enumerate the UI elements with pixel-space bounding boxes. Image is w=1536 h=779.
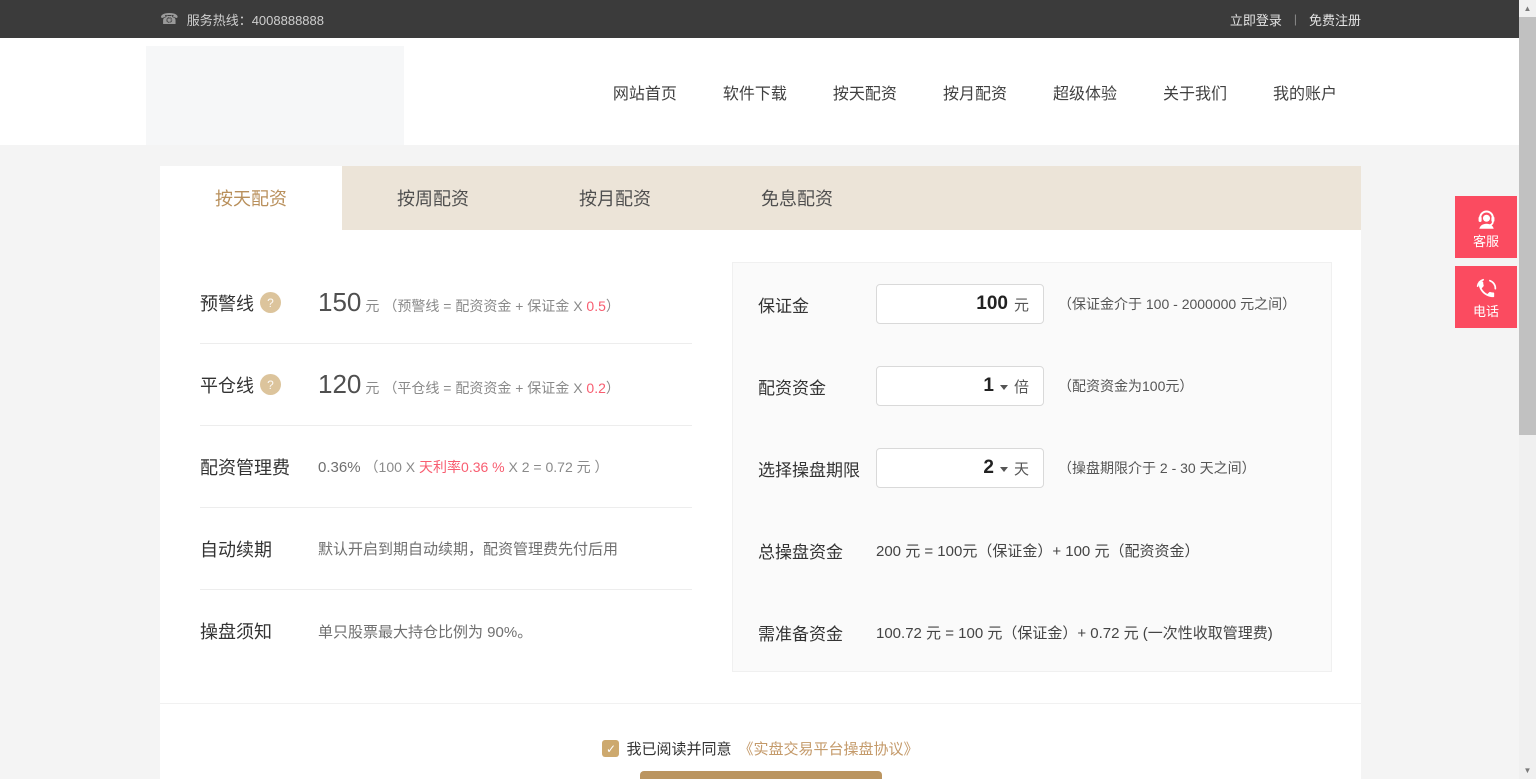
leverage-row: 配资资金 1 倍 （配资资金为100元） — [758, 345, 1331, 427]
header: 网站首页 软件下载 按天配资 按月配资 超级体验 关于我们 我的账户 — [0, 38, 1536, 145]
nav-item-account[interactable]: 我的账户 — [1273, 80, 1337, 104]
scroll-up-icon[interactable]: ▲ — [1519, 0, 1536, 17]
margin-input[interactable]: 100 元 — [876, 284, 1044, 324]
section-divider — [160, 703, 1361, 704]
tab-monthly[interactable]: 按月配资 — [524, 166, 706, 230]
close-line-unit: 元 — [365, 378, 379, 398]
register-link[interactable]: 免费注册 — [1309, 10, 1361, 29]
phone-call-label: 电话 — [1473, 305, 1499, 318]
hotline: ☎ 服务热线：4008888888 — [160, 10, 324, 29]
margin-hint: （保证金介于 100 - 2000000 元之间） — [1058, 294, 1296, 314]
order-panel: 保证金 100 元 （保证金介于 100 - 2000000 元之间） 配资资金… — [732, 262, 1332, 672]
close-line-value: 120 — [318, 369, 361, 400]
total-funds-row: 总操盘资金 200 元 = 100元（保证金）+ 100 元（配资资金） — [758, 509, 1331, 591]
warning-line-row: 预警线 ? 150 元 （预警线 = 配资资金 + 保证金 X 0.5） — [200, 262, 692, 344]
hotline-text: 服务热线：4008888888 — [187, 10, 324, 29]
period-hint: （操盘期限介于 2 - 30 天之间） — [1058, 458, 1256, 478]
warning-line-value: 150 — [318, 287, 361, 318]
question-icon[interactable]: ? — [260, 374, 281, 395]
tab-daily[interactable]: 按天配资 — [160, 166, 342, 230]
leverage-label: 配资资金 — [758, 374, 876, 399]
phone-icon: ☎ — [160, 10, 179, 28]
margin-label: 保证金 — [758, 292, 876, 317]
phone-call-button[interactable]: 电话 — [1455, 266, 1517, 328]
trading-notice-label: 操盘须知 — [200, 618, 272, 644]
customer-service-label: 客服 — [1473, 235, 1499, 248]
agreement-row: ✓ 我已阅读并同意 《实盘交易平台操盘协议》 — [160, 738, 1361, 759]
close-line-label: 平仓线 — [200, 372, 254, 398]
warning-line-label: 预警线 — [200, 290, 254, 316]
leverage-select[interactable]: 1 倍 — [876, 366, 1044, 406]
contact-float: 客服 电话 — [1455, 196, 1517, 336]
warning-line-formula: （预警线 = 配资资金 + 保证金 X 0.5） — [383, 296, 620, 316]
management-fee-value: 0.36% — [318, 459, 361, 476]
phone-icon — [1473, 276, 1500, 303]
auth-divider: | — [1294, 12, 1297, 26]
close-line-formula: （平仓线 = 配资资金 + 保证金 X 0.2） — [383, 378, 620, 398]
period-row: 选择操盘期限 2 天 （操盘期限介于 2 - 30 天之间） — [758, 427, 1331, 509]
management-fee-formula: （100 X 天利率0.36 % X 2 = 0.72 元 ） — [365, 457, 609, 477]
warning-line-unit: 元 — [365, 296, 379, 316]
main-nav: 网站首页 软件下载 按天配资 按月配资 超级体验 关于我们 我的账户 — [160, 38, 1536, 145]
financing-card: 按天配资 按周配资 按月配资 免息配资 预警线 ? 150 元 （预警线 = 配… — [160, 166, 1361, 779]
trading-notice-row: 操盘须知 单只股票最大持仓比例为 90%。 — [200, 590, 692, 672]
total-funds-label: 总操盘资金 — [758, 538, 876, 563]
total-funds-text: 200 元 = 100元（保证金）+ 100 元（配资资金） — [876, 540, 1199, 561]
tab-weekly[interactable]: 按周配资 — [342, 166, 524, 230]
chevron-down-icon — [1000, 467, 1008, 472]
margin-row: 保证金 100 元 （保证金介于 100 - 2000000 元之间） — [758, 263, 1331, 345]
agreement-text: 我已阅读并同意 — [626, 738, 731, 759]
topbar: ☎ 服务热线：4008888888 立即登录 | 免费注册 — [0, 0, 1536, 38]
customer-service-button[interactable]: 客服 — [1455, 196, 1517, 258]
scroll-down-icon[interactable]: ▼ — [1519, 762, 1536, 779]
auto-renew-label: 自动续期 — [200, 536, 272, 562]
tab-interest-free[interactable]: 免息配资 — [706, 166, 888, 230]
headset-icon — [1473, 206, 1500, 233]
scrollbar-thumb[interactable] — [1519, 17, 1536, 435]
management-fee-row: 配资管理费 0.36% （100 X 天利率0.36 % X 2 = 0.72 … — [200, 426, 692, 508]
agreement-link[interactable]: 《实盘交易平台操盘协议》 — [739, 738, 919, 759]
prepare-funds-text: 100.72 元 = 100 元（保证金）+ 0.72 元 (一次性收取管理费) — [876, 622, 1273, 643]
auto-renew-desc: 默认开启到期自动续期，配资管理费先付后用 — [318, 538, 618, 559]
prepare-funds-row: 需准备资金 100.72 元 = 100 元（保证金）+ 0.72 元 (一次性… — [758, 591, 1331, 673]
nav-item-monthly[interactable]: 按月配资 — [943, 80, 1007, 104]
prepare-funds-label: 需准备资金 — [758, 620, 876, 645]
nav-item-home[interactable]: 网站首页 — [613, 80, 677, 104]
scrollbar: ▲ ▼ — [1519, 0, 1536, 779]
close-line-row: 平仓线 ? 120 元 （平仓线 = 配资资金 + 保证金 X 0.2） — [200, 344, 692, 426]
login-link[interactable]: 立即登录 — [1230, 10, 1282, 29]
agreement-checkbox[interactable]: ✓ — [602, 740, 619, 757]
financing-tabs: 按天配资 按周配资 按月配资 免息配资 — [160, 166, 1361, 230]
period-select[interactable]: 2 天 — [876, 448, 1044, 488]
nav-item-experience[interactable]: 超级体验 — [1053, 80, 1117, 104]
nav-item-download[interactable]: 软件下载 — [723, 80, 787, 104]
chevron-down-icon — [1000, 385, 1008, 390]
info-column: 预警线 ? 150 元 （预警线 = 配资资金 + 保证金 X 0.5） 平仓线… — [200, 262, 692, 672]
period-label: 选择操盘期限 — [758, 456, 876, 481]
management-fee-label: 配资管理费 — [200, 454, 290, 480]
nav-item-about[interactable]: 关于我们 — [1163, 80, 1227, 104]
leverage-hint: （配资资金为100元） — [1058, 376, 1193, 396]
trading-notice-desc: 单只股票最大持仓比例为 90%。 — [318, 621, 532, 642]
question-icon[interactable]: ? — [260, 292, 281, 313]
nav-item-daily[interactable]: 按天配资 — [833, 80, 897, 104]
submit-button[interactable] — [640, 771, 882, 779]
auto-renew-row: 自动续期 默认开启到期自动续期，配资管理费先付后用 — [200, 508, 692, 590]
